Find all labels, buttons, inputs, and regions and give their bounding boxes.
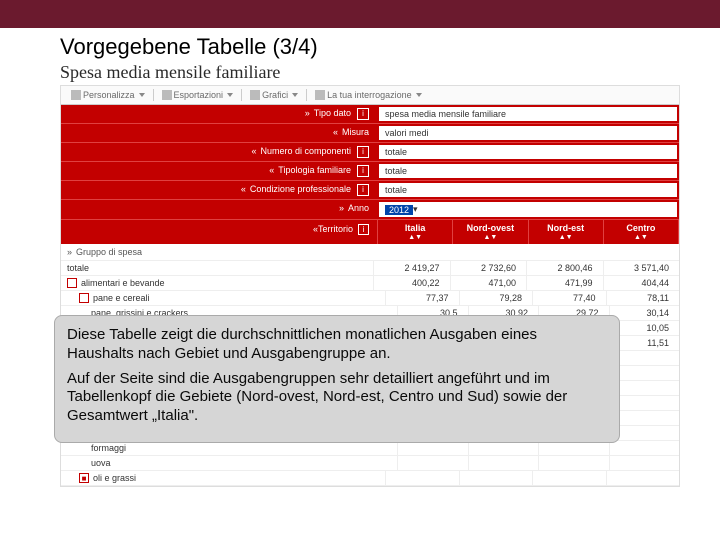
dropdown-icon bbox=[139, 93, 145, 97]
region-nord-est[interactable]: Nord-est▲▼ bbox=[529, 220, 604, 244]
filter-row: «Condizione professionaleitotale bbox=[61, 181, 679, 200]
toolbar-grafici[interactable]: Grafici bbox=[246, 89, 302, 101]
toolbar-label: Grafici bbox=[262, 90, 288, 100]
table-row: uova bbox=[61, 456, 679, 471]
filter-value[interactable]: totale bbox=[379, 145, 677, 159]
dropdown-icon bbox=[292, 93, 298, 97]
callout-paragraph-1: Diese Tabelle zeigt die durchschnittlich… bbox=[67, 326, 607, 364]
data-cell: 77,40 bbox=[532, 291, 606, 305]
data-cell bbox=[606, 471, 680, 485]
separator bbox=[241, 89, 242, 101]
header-bar bbox=[0, 0, 720, 28]
data-cell bbox=[468, 441, 539, 455]
data-cell: 404,44 bbox=[603, 276, 680, 290]
data-cell bbox=[538, 456, 609, 470]
filter-label: «Numero di componentii bbox=[61, 143, 377, 161]
filter-value[interactable]: spesa media mensile familiare bbox=[379, 107, 677, 121]
toolbar: Personalizza Esportazioni Grafici La tua… bbox=[61, 86, 679, 105]
filter-row: »Tipo datoispesa media mensile familiare bbox=[61, 105, 679, 124]
data-cell bbox=[459, 471, 533, 485]
toolbar-interrogazione[interactable]: La tua interrogazione bbox=[311, 89, 426, 101]
filter-value[interactable]: totale bbox=[379, 164, 677, 178]
data-cell bbox=[538, 441, 609, 455]
table-row: totale2 419,272 732,602 800,463 571,40 bbox=[61, 261, 679, 276]
row-label: pane e cereali bbox=[61, 291, 385, 305]
toolbar-personalizza[interactable]: Personalizza bbox=[67, 89, 149, 101]
table-row: formaggi bbox=[61, 441, 679, 456]
region-italia[interactable]: Italia▲▼ bbox=[378, 220, 453, 244]
data-cell bbox=[609, 441, 680, 455]
explanation-callout: Diese Tabelle zeigt die durchschnittlich… bbox=[54, 315, 620, 443]
export-icon bbox=[162, 90, 172, 100]
query-icon bbox=[315, 90, 325, 100]
dropdown-icon bbox=[416, 93, 422, 97]
toolbar-label: Esportazioni bbox=[174, 90, 224, 100]
filter-label: «Misura bbox=[61, 124, 377, 142]
territory-label: «Territorioi bbox=[61, 220, 378, 244]
expand-icon[interactable]: ■ bbox=[79, 473, 89, 483]
filter-row: »Anno2012 ▾ bbox=[61, 200, 679, 220]
data-cell: 471,99 bbox=[526, 276, 603, 290]
data-cell: 3 571,40 bbox=[603, 261, 680, 275]
row-label: ■oli e grassi bbox=[61, 471, 385, 485]
chart-icon bbox=[250, 90, 260, 100]
data-cell: 471,00 bbox=[450, 276, 527, 290]
filter-label: »Anno bbox=[61, 200, 377, 219]
separator bbox=[153, 89, 154, 101]
data-cell bbox=[385, 471, 459, 485]
filters-panel: »Tipo datoispesa media mensile familiare… bbox=[61, 105, 679, 220]
row-label: alimentari e bevande bbox=[61, 276, 373, 290]
row-label: uova bbox=[61, 456, 397, 470]
filter-row: «Numero di componentiitotale bbox=[61, 143, 679, 162]
dropdown-icon bbox=[227, 93, 233, 97]
filter-value[interactable]: valori medi bbox=[379, 126, 677, 140]
filter-label: «Condizione professionalei bbox=[61, 181, 377, 199]
row-label: totale bbox=[61, 261, 373, 275]
table-row: alimentari e bevande400,22471,00471,9940… bbox=[61, 276, 679, 291]
filter-row: «Tipologia familiareitotale bbox=[61, 162, 679, 181]
filter-value[interactable]: 2012 ▾ bbox=[379, 202, 677, 217]
data-cell: 2 800,46 bbox=[526, 261, 603, 275]
data-cell: 400,22 bbox=[373, 276, 450, 290]
row-label: formaggi bbox=[61, 441, 397, 455]
data-cell: 30,14 bbox=[609, 306, 680, 320]
toolbar-label: La tua interrogazione bbox=[327, 90, 412, 100]
column-header: «Territorioi Italia▲▼ Nord-ovest▲▼ Nord-… bbox=[61, 220, 679, 244]
expand-icon[interactable] bbox=[67, 278, 77, 288]
toolbar-esportazioni[interactable]: Esportazioni bbox=[158, 89, 238, 101]
table-row: ■oli e grassi bbox=[61, 471, 679, 486]
slide-title: Vorgegebene Tabelle (3/4) bbox=[0, 28, 720, 62]
toolbar-label: Personalizza bbox=[83, 90, 135, 100]
table-row: pane e cereali77,3779,2877,4078,11 bbox=[61, 291, 679, 306]
data-cell bbox=[532, 471, 606, 485]
page-title: Spesa media mensile familiare bbox=[0, 62, 720, 85]
separator bbox=[306, 89, 307, 101]
data-cell: 2 732,60 bbox=[450, 261, 527, 275]
data-cell: 78,11 bbox=[606, 291, 680, 305]
callout-paragraph-2: Auf der Seite sind die Ausgabengruppen s… bbox=[67, 370, 607, 426]
filter-value[interactable]: totale bbox=[379, 183, 677, 197]
data-cell bbox=[397, 441, 468, 455]
group-header-row: »Gruppo di spesa bbox=[61, 244, 679, 261]
region-centro[interactable]: Centro▲▼ bbox=[604, 220, 679, 244]
data-cell bbox=[397, 456, 468, 470]
filter-label: »Tipo datoi bbox=[61, 105, 377, 123]
gear-icon bbox=[71, 90, 81, 100]
region-nord-ovest[interactable]: Nord-ovest▲▼ bbox=[453, 220, 528, 244]
filter-label: «Tipologia familiarei bbox=[61, 162, 377, 180]
data-cell bbox=[609, 456, 680, 470]
data-cell bbox=[468, 456, 539, 470]
data-cell: 79,28 bbox=[459, 291, 533, 305]
filter-row: «Misuravalori medi bbox=[61, 124, 679, 143]
expand-icon[interactable] bbox=[79, 293, 89, 303]
data-cell: 2 419,27 bbox=[373, 261, 450, 275]
data-cell: 77,37 bbox=[385, 291, 459, 305]
